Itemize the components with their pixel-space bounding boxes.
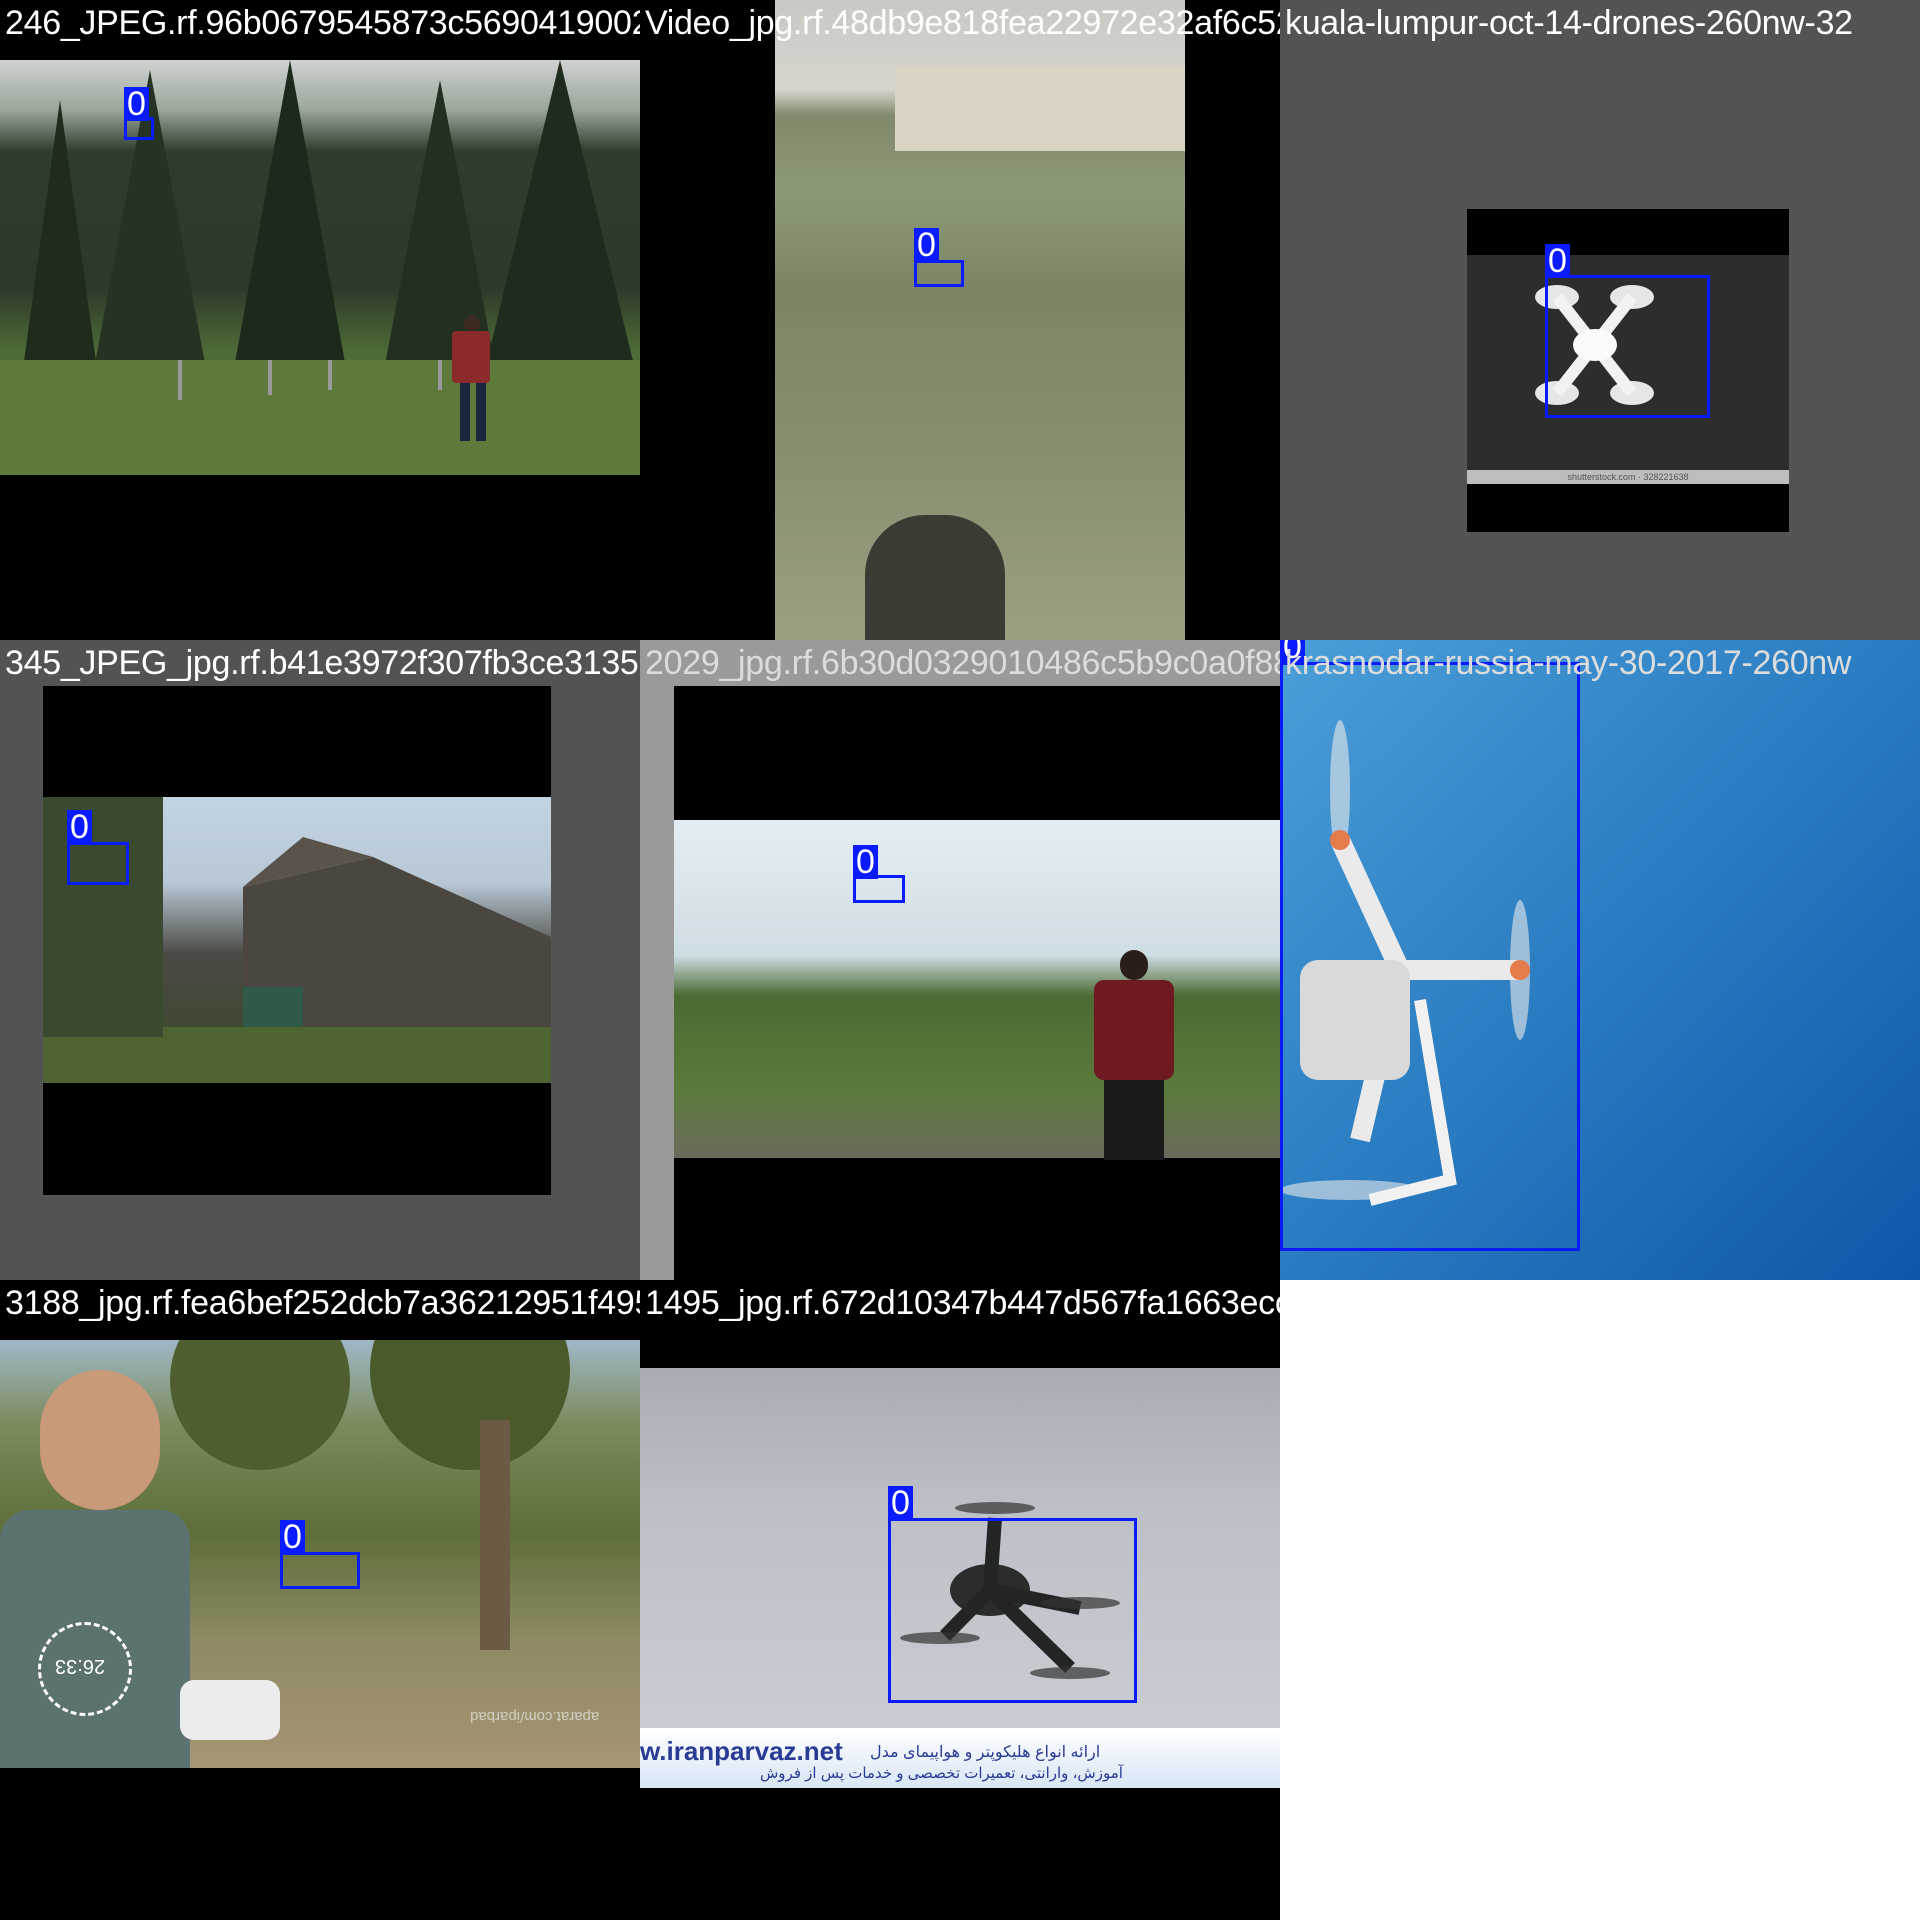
class-label: 0	[280, 1520, 305, 1554]
bbox	[280, 1552, 360, 1589]
letterbox-bar	[0, 475, 640, 640]
tile-sky-drone: w.iranparvaz.net ارائه انواع هلیکوپتر و …	[640, 1280, 1280, 1920]
tile-forest: 246_JPEG.rf.96b0679545873c56904190022bc …	[0, 0, 640, 640]
banner-url: w.iranparvaz.net	[640, 1736, 843, 1766]
controller	[180, 1680, 280, 1740]
banner-line2: آموزش، وارانتی، تعمیرات تخصصی و خدمات پس…	[760, 1765, 1123, 1782]
watermark-strip: shutterstock.com · 328221638	[1467, 470, 1789, 484]
bbox	[1545, 275, 1710, 418]
tile-stock-drone: shutterstock.com · 328221638 kuala-lumpu…	[1280, 0, 1920, 640]
shadow	[865, 515, 1005, 640]
watermark-site: aparat.com/iparbad	[470, 1708, 600, 1725]
barn-photo	[43, 797, 551, 1083]
tile-field-operator: 2029_jpg.rf.6b30d0329010486c5b9c0a0f88 0	[640, 640, 1280, 1280]
filename-label: 3188_jpg.rf.fea6bef252dcb7a36212951f4957	[5, 1284, 640, 1322]
barn-shape	[43, 797, 551, 1083]
class-label: 0	[67, 810, 92, 844]
forest-trees	[0, 60, 640, 475]
operator-photo	[674, 820, 1280, 1160]
bbox	[888, 1518, 1137, 1703]
mosaic-grid: 246_JPEG.rf.96b0679545873c56904190022bc …	[0, 0, 1920, 1920]
filename-label: 345_JPEG_jpg.rf.b41e3972f307fb3ce31352bc	[5, 644, 640, 682]
tile-barn: 345_JPEG_jpg.rf.b41e3972f307fb3ce31352bc…	[0, 640, 640, 1280]
forest-photo	[0, 60, 640, 475]
banner-line1: ارائه انواع هلیکوپتر و هواپیمای مدل	[870, 1744, 1101, 1761]
class-label: 0	[1545, 244, 1570, 278]
class-label: 0	[888, 1486, 913, 1520]
filename-label: 2029_jpg.rf.6b30d0329010486c5b9c0a0f88	[645, 644, 1280, 682]
timer-text: 26:33	[55, 1655, 106, 1677]
field-photo	[775, 0, 1185, 640]
operator-frame	[674, 686, 1280, 1280]
class-label: 0	[124, 87, 149, 121]
building	[895, 66, 1185, 151]
bbox	[1280, 662, 1580, 1251]
barn-frame	[43, 686, 551, 1195]
bbox	[914, 260, 964, 287]
class-label: 0	[914, 228, 939, 262]
filename-label: kuala-lumpur-oct-14-drones-260nw-32	[1285, 4, 1853, 42]
filename-label: krasnodar-russia-may-30-2017-260nw	[1285, 644, 1852, 682]
bbox	[67, 842, 129, 885]
filename-label: 246_JPEG.rf.96b0679545873c56904190022bc	[5, 4, 640, 42]
person-figure	[452, 315, 492, 445]
class-label: 0	[853, 845, 878, 879]
person-figure	[1094, 950, 1174, 1160]
filename-label: Video_jpg.rf.48db9e818fea22972e32af6c521…	[645, 4, 1280, 42]
tile-drone-closeup: krasnodar-russia-may-30-2017-260nw 0	[1280, 640, 1920, 1280]
banner: w.iranparvaz.net ارائه انواع هلیکوپتر و …	[640, 1728, 1280, 1788]
filename-label: 1495_jpg.rf.672d10347b447d567fa1663eccdc…	[645, 1284, 1280, 1322]
tile-remote-operator: 26:33 aparat.com/iparbad 3188_jpg.rf.fea…	[0, 1280, 640, 1920]
tile-field: Video_jpg.rf.48db9e818fea22972e32af6c521…	[640, 0, 1280, 640]
